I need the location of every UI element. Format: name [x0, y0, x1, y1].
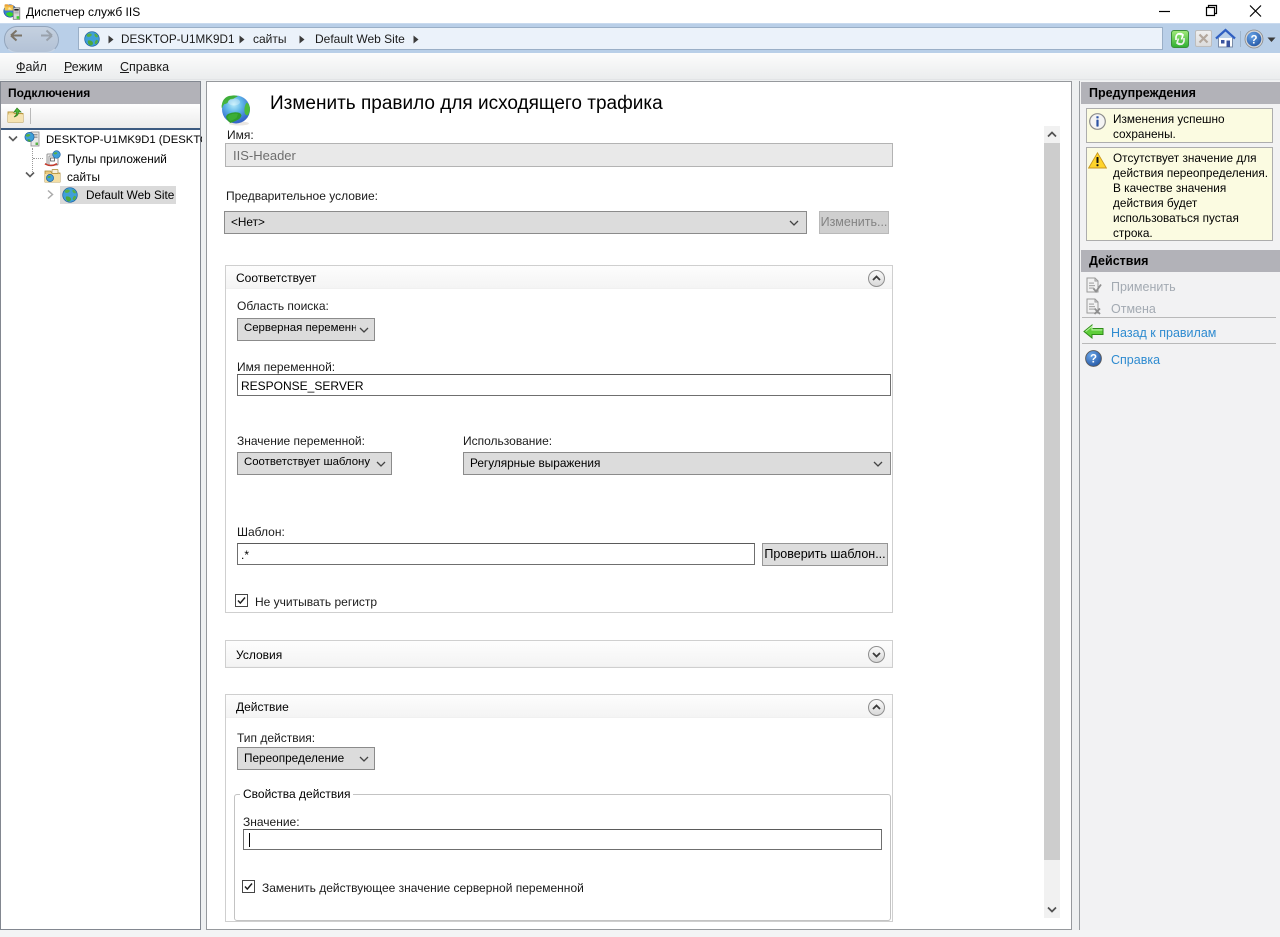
- svg-text:?: ?: [1250, 35, 1257, 47]
- svg-text:?: ?: [1090, 354, 1097, 366]
